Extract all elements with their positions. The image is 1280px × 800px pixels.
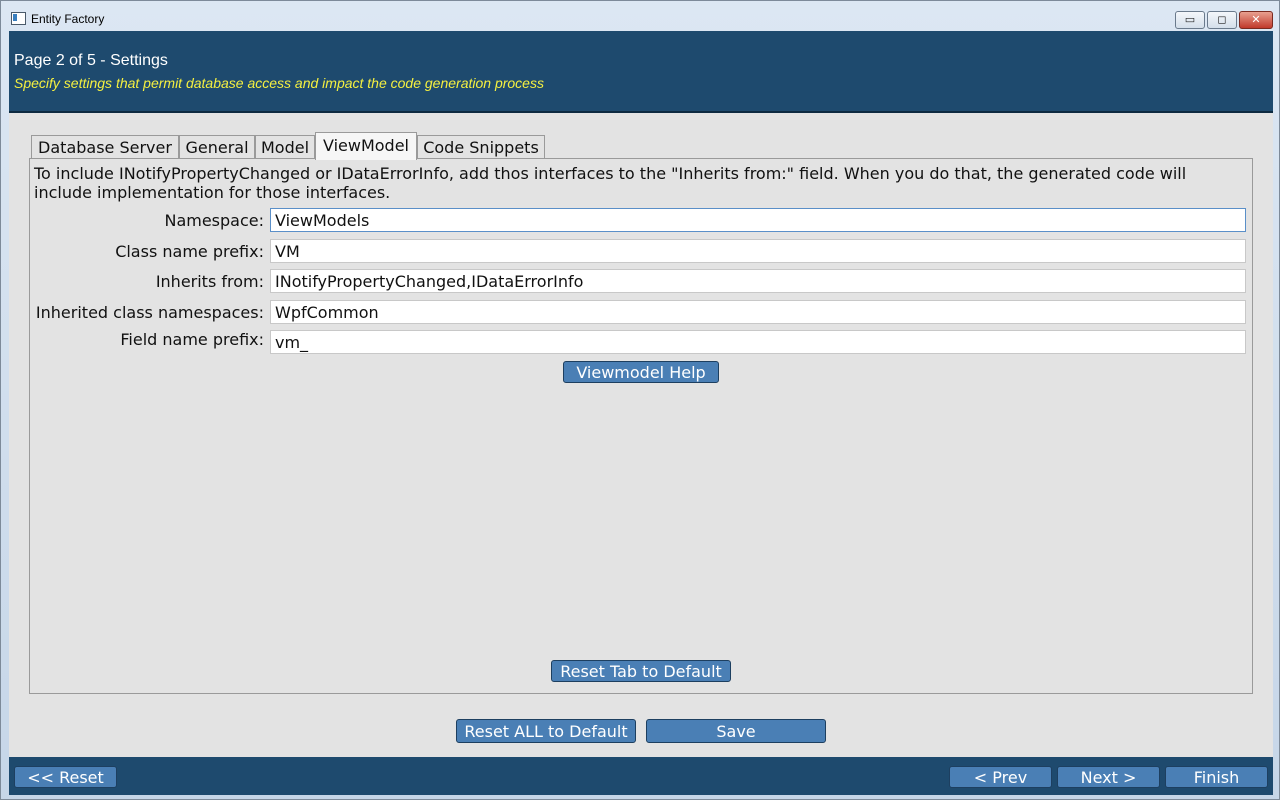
- inherits-from-field[interactable]: INotifyPropertyChanged,IDataErrorInfo: [270, 269, 1246, 293]
- app-icon: [11, 12, 26, 25]
- inherited-class-namespaces-field[interactable]: WpfCommon: [270, 300, 1246, 324]
- next-button[interactable]: Next >: [1057, 766, 1160, 788]
- close-icon: ✕: [1251, 13, 1261, 26]
- reset-tab-button[interactable]: Reset Tab to Default: [551, 660, 731, 682]
- reset-all-button[interactable]: Reset ALL to Default: [456, 719, 636, 743]
- namespace-field[interactable]: ViewModels: [270, 208, 1246, 232]
- finish-button[interactable]: Finish: [1165, 766, 1268, 788]
- reset-nav-button[interactable]: << Reset: [14, 766, 117, 788]
- maximize-icon: ◻: [1217, 13, 1227, 26]
- inherits-from-label: Inherits from:: [155, 272, 264, 291]
- main-content: Database Server General Model ViewModel …: [9, 113, 1273, 757]
- viewmodel-help-button[interactable]: Viewmodel Help: [563, 361, 719, 383]
- tab-model[interactable]: Model: [255, 135, 315, 159]
- minimize-button[interactable]: ▭: [1175, 11, 1205, 29]
- navigation-footer: << Reset < Prev Next > Finish: [9, 757, 1273, 795]
- page-header: Page 2 of 5 - Settings Specify settings …: [9, 31, 1273, 113]
- tab-general[interactable]: General: [179, 135, 255, 159]
- prev-button[interactable]: < Prev: [949, 766, 1052, 788]
- maximize-button[interactable]: ◻: [1207, 11, 1237, 29]
- field-name-prefix-label: Field name prefix:: [120, 330, 264, 349]
- close-button[interactable]: ✕: [1239, 11, 1273, 29]
- field-name-prefix-field[interactable]: vm_: [270, 330, 1246, 354]
- namespace-label: Namespace:: [164, 211, 264, 230]
- page-title: Page 2 of 5 - Settings: [14, 52, 168, 69]
- info-text: To include INotifyPropertyChanged or IDa…: [34, 164, 1187, 202]
- save-button[interactable]: Save: [646, 719, 826, 743]
- tab-code-snippets[interactable]: Code Snippets: [417, 135, 545, 159]
- class-name-prefix-field[interactable]: VM: [270, 239, 1246, 263]
- tab-viewmodel[interactable]: ViewModel: [315, 132, 417, 160]
- inherited-class-namespaces-label: Inherited class namespaces:: [35, 303, 264, 322]
- viewmodel-panel: To include INotifyPropertyChanged or IDa…: [29, 158, 1253, 694]
- app-window: Entity Factory ▭ ◻ ✕ Page 2 of 5 - Setti…: [0, 0, 1280, 800]
- tab-database-server[interactable]: Database Server: [31, 135, 179, 159]
- page-subtitle: Specify settings that permit database ac…: [14, 75, 544, 91]
- class-name-prefix-label: Class name prefix:: [115, 242, 264, 261]
- title-bar[interactable]: Entity Factory ▭ ◻ ✕: [1, 1, 1279, 31]
- minimize-icon: ▭: [1184, 13, 1196, 26]
- window-title: Entity Factory: [31, 12, 105, 26]
